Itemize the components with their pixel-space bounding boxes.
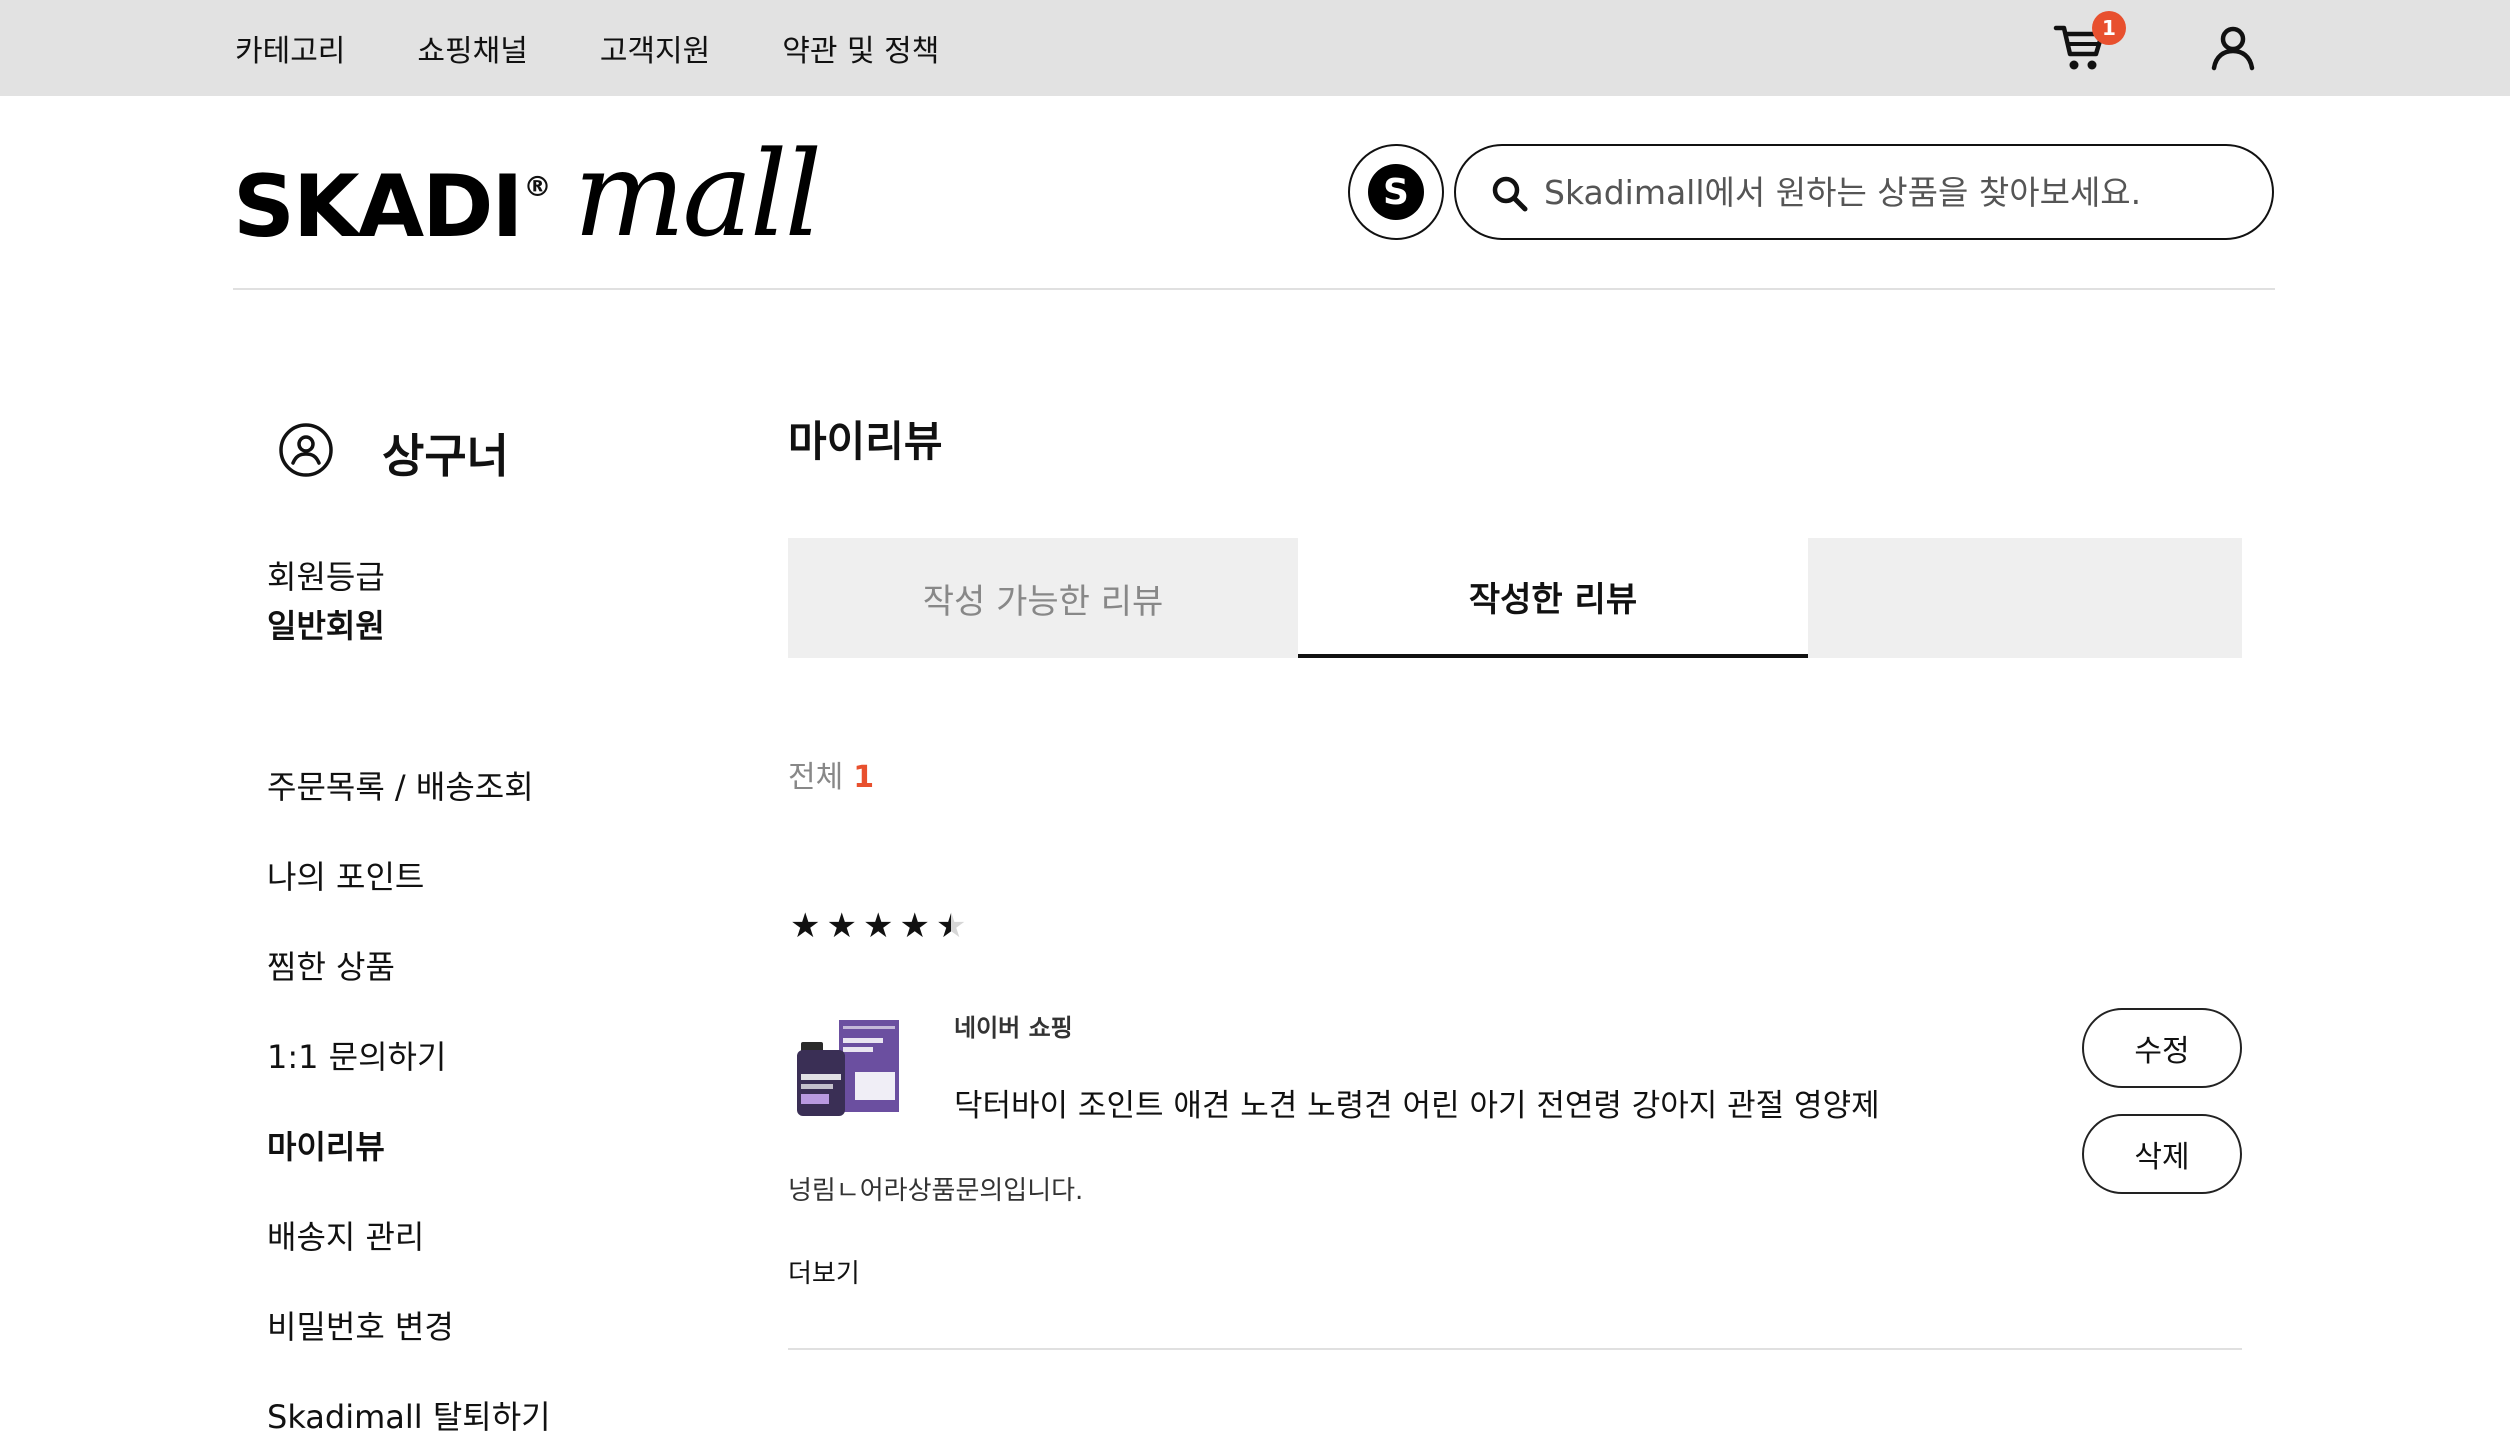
header-divider	[233, 288, 2275, 290]
star-half-icon: ★	[935, 906, 967, 946]
logo-registered-mark: ®	[523, 170, 552, 203]
user-icon[interactable]	[2208, 24, 2258, 72]
topnav-shopping-channel[interactable]: 쇼핑채널	[417, 26, 527, 70]
s-logo-icon: S	[1368, 164, 1424, 220]
tab-available-reviews[interactable]: 작성 가능한 리뷰	[788, 538, 1298, 658]
star-full-icon: ★	[790, 906, 821, 946]
sidebar-menu: 주문목록 / 배송조회 나의 포인트 찜한 상품 1:1 문의하기 마이리뷰 배…	[267, 762, 551, 1444]
sidebar-item-withdraw[interactable]: Skadimall 탈퇴하기	[267, 1392, 551, 1444]
member-grade-value: 일반회원	[267, 607, 385, 645]
review-count-label: 전체	[788, 760, 844, 795]
sidebar-item-wishlist[interactable]: 찜한 상품	[267, 942, 551, 1032]
tab-written-reviews[interactable]: 작성한 리뷰	[1298, 538, 1808, 658]
star-full-icon: ★	[899, 906, 930, 946]
search-icon[interactable]	[1490, 174, 1530, 214]
topnav-customer-support[interactable]: 고객지원	[600, 26, 710, 70]
cart-count-badge: 1	[2092, 11, 2126, 45]
review-text: 넝림ㄴ어라상품문의입니다.	[788, 1176, 1084, 1206]
sidebar-item-orders[interactable]: 주문목록 / 배송조회	[267, 762, 551, 852]
sidebar-item-password[interactable]: 비밀번호 변경	[267, 1302, 551, 1392]
sidebar-item-address[interactable]: 배송지 관리	[267, 1212, 551, 1302]
edit-button[interactable]: 수정	[2082, 1008, 2242, 1088]
review-tabs: 작성 가능한 리뷰 작성한 리뷰	[788, 538, 2242, 658]
logo-suffix: mall	[573, 124, 823, 263]
review-divider	[788, 1348, 2242, 1350]
profile-name: 상구너	[382, 429, 509, 483]
topnav-terms-policy[interactable]: 약관 및 정책	[782, 26, 939, 70]
product-name[interactable]: 닥터바이 조인트 애견 노견 노령견 어린 아기 전연령 강아지 관절 영양제	[954, 1080, 1880, 1125]
product-thumbnail[interactable]	[795, 1016, 903, 1120]
review-count-value: 1	[853, 760, 875, 795]
logo-brand: SKADI	[233, 157, 524, 257]
delete-button[interactable]: 삭제	[2082, 1114, 2242, 1194]
skadi-mall-logo[interactable]: SKADI ® mall	[233, 124, 823, 263]
more-link[interactable]: 더보기	[788, 1253, 860, 1290]
profile-icon	[278, 422, 334, 478]
sidebar-item-points[interactable]: 나의 포인트	[267, 852, 551, 942]
review-count: 전체 1	[788, 752, 874, 796]
search-box	[1454, 144, 2274, 240]
star-full-icon: ★	[826, 906, 857, 946]
topnav-category[interactable]: 카테고리	[235, 26, 345, 70]
sidebar-item-inquiry[interactable]: 1:1 문의하기	[267, 1032, 551, 1122]
shopping-channel-label: 네이버 쇼핑	[954, 1014, 1073, 1042]
skadi-s-button[interactable]: S	[1348, 144, 1444, 240]
page-title: 마이리뷰	[788, 417, 943, 466]
star-full-icon: ★	[862, 906, 894, 946]
rating-stars: ★ ★ ★ ★ ★	[790, 906, 966, 946]
search-input[interactable]	[1544, 164, 2244, 220]
top-nav: 카테고리 쇼핑채널 고객지원 약관 및 정책	[235, 0, 939, 96]
sidebar-item-my-review[interactable]: 마이리뷰	[267, 1122, 551, 1212]
top-bar: 카테고리 쇼핑채널 고객지원 약관 및 정책 1	[0, 0, 2510, 96]
member-grade-label: 회원등급	[267, 558, 385, 596]
